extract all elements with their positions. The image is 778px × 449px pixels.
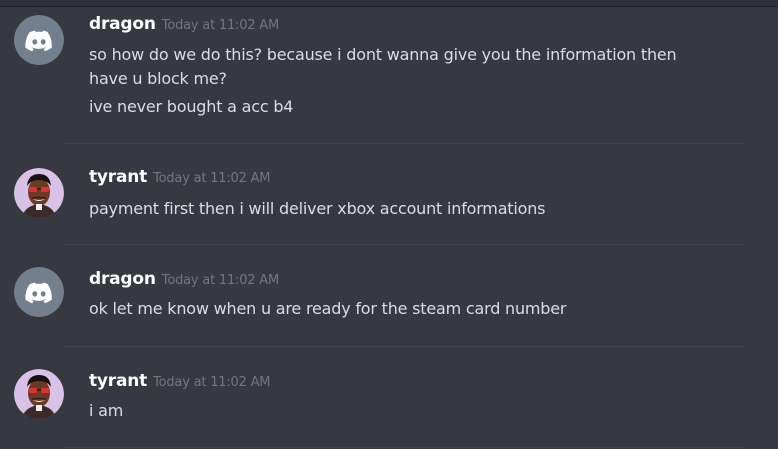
username[interactable]: dragon xyxy=(89,14,156,34)
message-header: tyrant Today at 11:02 AM xyxy=(89,371,271,391)
message-divider xyxy=(64,143,744,144)
timestamp: Today at 11:02 AM xyxy=(153,171,271,186)
message-divider xyxy=(64,244,744,245)
timestamp: Today at 11:02 AM xyxy=(161,18,280,33)
discord-logo-icon[interactable] xyxy=(14,15,64,65)
message-divider xyxy=(64,447,744,448)
message-text: so how do we do this? because i dont wan… xyxy=(89,45,677,64)
message-header: dragon Today at 11:02 AM xyxy=(89,269,279,289)
message-text: payment first then i will deliver xbox a… xyxy=(89,199,546,218)
message-text: ive never bought a acc b4 xyxy=(89,97,294,116)
message-text: ok let me know when u are ready for the … xyxy=(89,299,567,318)
cartoon-man-icon[interactable] xyxy=(14,369,64,419)
username[interactable]: tyrant xyxy=(89,371,147,391)
cartoon-man-icon[interactable] xyxy=(14,168,64,218)
message-list: dragon Today at 11:02 AM so how do we do … xyxy=(0,0,778,449)
timestamp: Today at 11:02 AM xyxy=(153,375,271,390)
discord-logo-icon[interactable] xyxy=(14,267,64,317)
message-text: i am xyxy=(89,401,124,420)
message-header: tyrant Today at 11:02 AM xyxy=(89,167,271,187)
message-divider xyxy=(64,346,744,347)
username[interactable]: tyrant xyxy=(89,167,147,187)
username[interactable]: dragon xyxy=(89,269,156,289)
timestamp: Today at 11:02 AM xyxy=(161,273,280,288)
message-header: dragon Today at 11:02 AM xyxy=(89,14,279,34)
message-text: have u block me? xyxy=(89,69,227,88)
